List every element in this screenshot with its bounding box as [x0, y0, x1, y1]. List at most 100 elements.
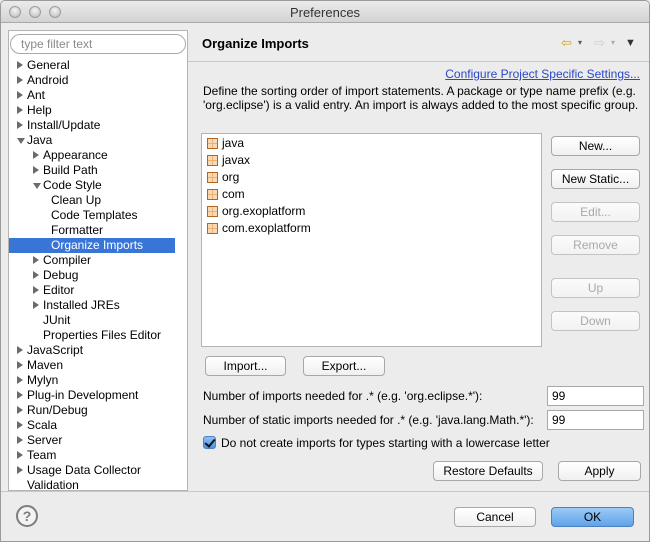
tree-item[interactable]: Team — [9, 448, 187, 463]
expand-right-icon[interactable] — [17, 121, 23, 129]
expand-right-icon[interactable] — [17, 91, 23, 99]
tree-item[interactable]: Compiler — [9, 253, 187, 268]
tree-item[interactable]: Run/Debug — [9, 403, 187, 418]
tree-item-label: Mylyn — [27, 373, 59, 387]
list-item-label: com — [222, 187, 245, 201]
lowercase-types-checkbox[interactable] — [203, 436, 216, 449]
tree-item[interactable]: Clean Up — [9, 193, 187, 208]
new-button[interactable]: New... — [551, 136, 640, 156]
tree-item[interactable]: Scala — [9, 418, 187, 433]
expand-right-icon[interactable] — [33, 151, 39, 159]
package-icon — [207, 172, 218, 183]
view-menu-icon[interactable]: ▼ — [625, 35, 636, 51]
cancel-button[interactable]: Cancel — [454, 507, 536, 527]
tree-item[interactable]: Maven — [9, 358, 187, 373]
tree-item[interactable]: Java — [9, 133, 187, 148]
expand-down-icon[interactable] — [17, 138, 25, 144]
page-content: Configure Project Specific Settings... D… — [188, 63, 649, 491]
expand-down-icon[interactable] — [33, 183, 41, 189]
tree-item[interactable]: Help — [9, 103, 187, 118]
tree-item[interactable]: Appearance — [9, 148, 187, 163]
expand-right-icon[interactable] — [17, 406, 23, 414]
configure-project-settings-link[interactable]: Configure Project Specific Settings... — [445, 67, 640, 81]
back-arrow-icon[interactable]: ⇦ — [561, 35, 572, 51]
expand-right-icon[interactable] — [17, 106, 23, 114]
tree-item[interactable]: JUnit — [9, 313, 187, 328]
tree-item[interactable]: Formatter — [9, 223, 187, 238]
expand-right-icon[interactable] — [17, 76, 23, 84]
back-dropdown-icon[interactable]: ▾ — [578, 35, 582, 51]
ok-button[interactable]: OK — [551, 507, 634, 527]
expand-right-icon[interactable] — [17, 61, 23, 69]
tree-item[interactable]: Code Templates — [9, 208, 187, 223]
expand-right-icon[interactable] — [17, 346, 23, 354]
import-button[interactable]: Import... — [205, 356, 286, 376]
expand-right-icon[interactable] — [33, 286, 39, 294]
expand-right-icon[interactable] — [17, 451, 23, 459]
filter-input[interactable] — [10, 34, 186, 54]
expand-right-icon[interactable] — [33, 256, 39, 264]
tree-item[interactable]: Debug — [9, 268, 187, 283]
package-icon — [207, 223, 218, 234]
down-button[interactable]: Down — [551, 311, 640, 331]
expand-right-icon[interactable] — [17, 361, 23, 369]
tree-item-label: Code Style — [43, 178, 102, 192]
list-item-label: javax — [222, 153, 251, 167]
tree-item-label: Build Path — [43, 163, 98, 177]
tree-item[interactable]: Usage Data Collector — [9, 463, 187, 478]
tree-item-label: Code Templates — [51, 208, 138, 222]
list-item[interactable]: com — [207, 186, 245, 202]
history-nav: ⇦ ▾ ⇨ ▾ ▼ — [561, 35, 641, 51]
tree-item[interactable]: Ant — [9, 88, 187, 103]
list-item[interactable]: java — [207, 135, 244, 151]
tree-item-label: Installed JREs — [43, 298, 120, 312]
apply-button[interactable]: Apply — [558, 461, 641, 481]
dialog-footer: ? Cancel OK — [1, 491, 649, 541]
expand-right-icon[interactable] — [17, 376, 23, 384]
expand-right-icon[interactable] — [33, 271, 39, 279]
import-order-list[interactable]: java javax org com org.exoplatform com.exopla… — [201, 133, 542, 347]
tree-item[interactable]: Install/Update — [9, 118, 187, 133]
tree-item[interactable]: Installed JREs — [9, 298, 187, 313]
list-item[interactable]: org.exoplatform — [207, 203, 305, 219]
preference-sidebar: GeneralAndroidAntHelpInstall/UpdateJavaA… — [8, 30, 188, 492]
imports-threshold-label: Number of imports needed for .* (e.g. 'o… — [203, 389, 483, 403]
tree-item[interactable]: Mylyn — [9, 373, 187, 388]
help-icon[interactable]: ? — [16, 505, 38, 527]
new-static-button[interactable]: New Static... — [551, 169, 640, 189]
expand-right-icon[interactable] — [17, 391, 23, 399]
tree-item[interactable]: Build Path — [9, 163, 187, 178]
export-button[interactable]: Export... — [303, 356, 385, 376]
static-threshold-label: Number of static imports needed for .* (… — [203, 413, 534, 427]
up-button[interactable]: Up — [551, 278, 640, 298]
page-description: Define the sorting order of import state… — [203, 84, 639, 112]
remove-button[interactable]: Remove — [551, 235, 640, 255]
forward-dropdown-icon[interactable]: ▾ — [611, 35, 615, 51]
static-threshold-field[interactable]: 99 — [547, 410, 644, 430]
tree-item[interactable]: Organize Imports — [9, 238, 175, 253]
list-item[interactable]: com.exoplatform — [207, 220, 311, 236]
expand-right-icon[interactable] — [33, 301, 39, 309]
tree-item-label: Android — [27, 73, 69, 87]
edit-button[interactable]: Edit... — [551, 202, 640, 222]
imports-threshold-field[interactable]: 99 — [547, 386, 644, 406]
restore-defaults-button[interactable]: Restore Defaults — [433, 461, 543, 481]
expand-right-icon[interactable] — [17, 466, 23, 474]
tree-item[interactable]: Android — [9, 73, 187, 88]
list-item[interactable]: org — [207, 169, 239, 185]
expand-right-icon[interactable] — [17, 436, 23, 444]
tree-item-label: Run/Debug — [27, 403, 88, 417]
tree-item[interactable]: General — [9, 58, 187, 73]
tree-item[interactable]: Plug-in Development — [9, 388, 187, 403]
list-item[interactable]: javax — [207, 152, 250, 168]
tree-item[interactable]: JavaScript — [9, 343, 187, 358]
expand-right-icon[interactable] — [33, 166, 39, 174]
tree-item[interactable]: Properties Files Editor — [9, 328, 187, 343]
tree-item[interactable]: Editor — [9, 283, 187, 298]
expand-right-icon[interactable] — [17, 421, 23, 429]
tree-item[interactable]: Code Style — [9, 178, 187, 193]
title-bar: Preferences — [1, 1, 649, 23]
tree-item-label: Server — [27, 433, 63, 447]
tree-item[interactable]: Server — [9, 433, 187, 448]
forward-arrow-icon[interactable]: ⇨ — [594, 35, 605, 51]
